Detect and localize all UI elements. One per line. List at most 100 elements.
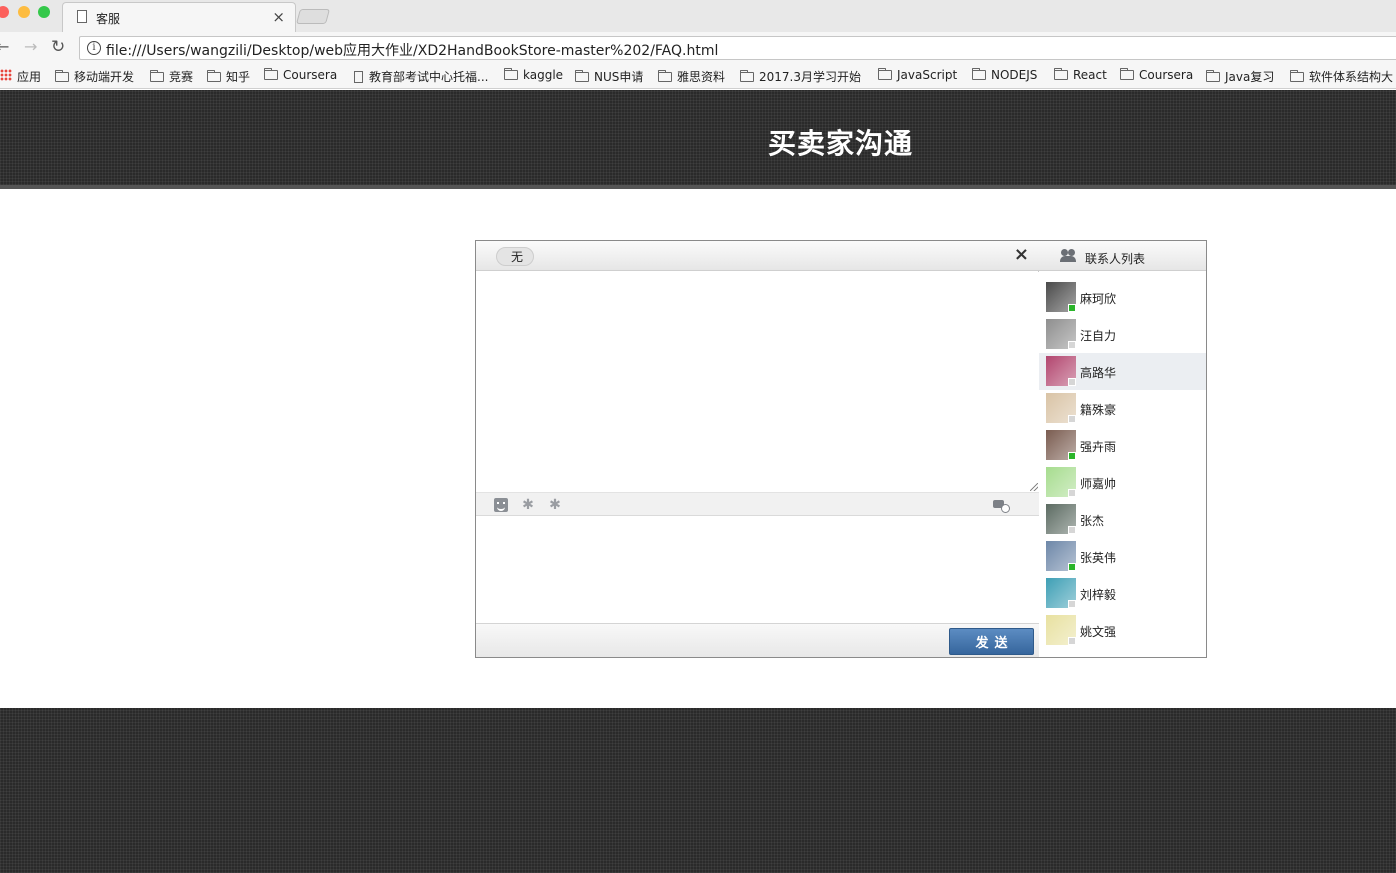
apps-grid-icon[interactable]: [0, 69, 12, 81]
contacts-icon: [1060, 249, 1077, 262]
status-indicator: [1068, 378, 1076, 386]
bookmarks-bar: 应用 移动端开发 竞赛 知乎 Coursera 教育部考试中心托福... kag…: [0, 64, 1396, 89]
folder-icon: [55, 70, 69, 82]
bookmark-folder[interactable]: 雅思资料: [658, 68, 725, 85]
folder-icon: [1290, 70, 1304, 82]
chat-history-icon[interactable]: [993, 498, 1010, 513]
folder-icon: [150, 70, 164, 82]
bookmark-folder[interactable]: NODEJS: [972, 68, 1037, 82]
status-indicator: [1068, 637, 1076, 645]
contact-item[interactable]: 高路华: [1039, 353, 1206, 390]
zoom-window-button[interactable]: [38, 6, 50, 18]
folder-icon: [740, 70, 754, 82]
contact-name: 高路华: [1080, 366, 1117, 380]
contact-item[interactable]: 师嘉帅: [1039, 464, 1206, 501]
contact-list: 麻珂欣汪自力高路华籍殊豪强卉雨师嘉帅张杰张英伟刘梓毅姚文强: [1039, 279, 1206, 649]
message-history[interactable]: [476, 272, 1039, 492]
browser-tabstrip: 客服 ×: [0, 0, 1396, 32]
contact-item[interactable]: 刘梓毅: [1039, 575, 1206, 612]
contact-item[interactable]: 张英伟: [1039, 538, 1206, 575]
status-indicator: [1068, 526, 1076, 534]
bookmark-apps[interactable]: 应用: [17, 68, 41, 85]
close-window-button[interactable]: [0, 6, 9, 18]
resize-grip-icon[interactable]: [1030, 483, 1038, 491]
bookmark-folder[interactable]: NUS申请: [575, 68, 643, 85]
bookmark-page[interactable]: 教育部考试中心托福...: [354, 68, 488, 85]
reload-icon[interactable]: ↻: [51, 38, 65, 56]
folder-icon: [575, 70, 589, 82]
emoji-icon[interactable]: [494, 498, 508, 512]
browser-tab[interactable]: 客服 ×: [62, 2, 296, 32]
contact-item[interactable]: 籍殊豪: [1039, 390, 1206, 427]
contact-name: 刘梓毅: [1080, 588, 1117, 602]
browser-toolbar: ← → ↻ i file:///Users/wangzili/Desktop/w…: [0, 32, 1396, 64]
contact-name: 师嘉帅: [1080, 477, 1117, 491]
folder-icon: [658, 70, 672, 82]
bookmark-folder[interactable]: JavaScript: [878, 68, 957, 82]
folder-icon: [207, 70, 221, 82]
bookmark-folder[interactable]: kaggle: [504, 68, 563, 82]
chat-panel: 无 × ✱ ✱ 发送: [476, 241, 1039, 657]
chat-toolbar: ✱ ✱: [476, 492, 1039, 516]
chat-header: 无 ×: [476, 241, 1039, 271]
contact-name: 麻珂欣: [1080, 292, 1117, 306]
tab-title: 客服: [96, 12, 121, 26]
chat-window: 无 × ✱ ✱ 发送 联系人列表 麻珂欣汪自力高路华籍殊豪强卉雨师嘉帅张杰张英伟…: [475, 240, 1207, 658]
url-text[interactable]: file:///Users/wangzili/Desktop/web应用大作业/…: [106, 40, 718, 60]
contact-item[interactable]: 张杰: [1039, 501, 1206, 538]
status-indicator: [1068, 415, 1076, 423]
forward-arrow-icon[interactable]: →: [24, 38, 37, 56]
status-indicator: [1068, 304, 1076, 312]
status-indicator: [1068, 563, 1076, 571]
bookmark-folder[interactable]: Coursera: [1120, 68, 1193, 82]
status-indicator: [1068, 341, 1076, 349]
contact-item[interactable]: 麻珂欣: [1039, 279, 1206, 316]
new-tab-button[interactable]: [295, 9, 331, 24]
contact-item[interactable]: 汪自力: [1039, 316, 1206, 353]
info-icon[interactable]: i: [87, 41, 101, 55]
folder-icon: [972, 68, 986, 80]
page-title: 买卖家沟通: [767, 127, 913, 160]
close-chat-button[interactable]: ×: [1014, 245, 1029, 265]
chat-footer: 发送: [476, 623, 1039, 657]
chat-target-badge: 无: [496, 247, 535, 266]
contacts-title: 联系人列表: [1085, 252, 1146, 266]
contact-name: 籍殊豪: [1080, 403, 1117, 417]
status-indicator: [1068, 489, 1076, 497]
send-button[interactable]: 发送: [949, 628, 1034, 655]
bookmark-folder[interactable]: Coursera: [264, 68, 337, 82]
tab-close-icon[interactable]: ×: [272, 8, 285, 26]
contact-item[interactable]: 强卉雨: [1039, 427, 1206, 464]
contacts-panel: 联系人列表 麻珂欣汪自力高路华籍殊豪强卉雨师嘉帅张杰张英伟刘梓毅姚文强: [1039, 241, 1206, 657]
bookmark-folder[interactable]: 软件体系结构大: [1290, 68, 1393, 85]
back-arrow-icon[interactable]: ←: [0, 38, 9, 56]
contact-name: 姚文强: [1080, 625, 1117, 639]
bookmark-folder[interactable]: 知乎: [207, 68, 250, 85]
folder-icon: [504, 68, 518, 80]
contacts-header: 联系人列表: [1039, 241, 1206, 271]
contact-name: 强卉雨: [1080, 440, 1117, 454]
folder-icon: [1206, 70, 1220, 82]
plugin-icon[interactable]: ✱: [548, 498, 562, 512]
folder-icon: [1120, 68, 1134, 80]
page-icon: [77, 10, 87, 23]
bookmark-folder[interactable]: React: [1054, 68, 1107, 82]
contact-name: 张英伟: [1080, 551, 1117, 565]
plugin-icon[interactable]: ✱: [521, 498, 535, 512]
folder-icon: [878, 68, 892, 80]
address-bar[interactable]: i file:///Users/wangzili/Desktop/web应用大作…: [79, 36, 1396, 60]
contact-item[interactable]: 姚文强: [1039, 612, 1206, 649]
bookmark-folder[interactable]: Java复习: [1206, 68, 1274, 85]
page-footer: [0, 708, 1396, 873]
message-input[interactable]: [476, 516, 1039, 623]
bookmark-folder[interactable]: 移动端开发: [55, 68, 134, 85]
bookmark-folder[interactable]: 2017.3月学习开始: [740, 68, 861, 85]
document-icon: [354, 71, 363, 83]
contact-name: 张杰: [1080, 514, 1105, 528]
bookmark-folder[interactable]: 竞赛: [150, 68, 193, 85]
folder-icon: [1054, 68, 1068, 80]
status-indicator: [1068, 600, 1076, 608]
page-header: 买卖家沟通: [0, 90, 1396, 189]
minimize-window-button[interactable]: [18, 6, 30, 18]
status-indicator: [1068, 452, 1076, 460]
